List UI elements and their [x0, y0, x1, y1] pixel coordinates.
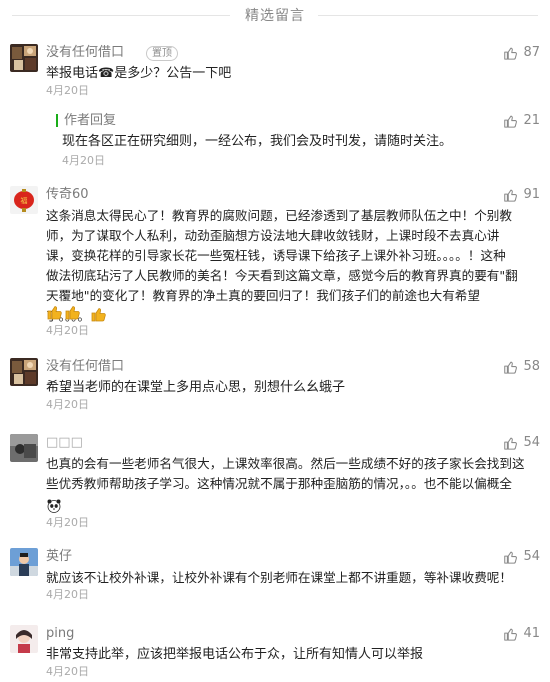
like-count: 87	[523, 45, 540, 60]
section-title: 精选留言	[245, 8, 305, 24]
avatar[interactable]	[10, 625, 38, 653]
comment-item: □□□ 54 也真的会有一些老师名气很大，上课效率很高。然后一些成绩不好的孩子家…	[10, 434, 540, 529]
divider-left	[12, 15, 230, 16]
divider-right	[318, 15, 538, 16]
emoji-row	[46, 304, 80, 324]
like-button[interactable]: 41	[503, 625, 540, 643]
like-button[interactable]: 58	[503, 358, 540, 376]
comment-item: 福 传奇60 91 这条消息太得民心了！教育界的腐败问题，已经渗透到了基层教师队…	[10, 186, 540, 337]
avatar[interactable]	[10, 44, 38, 72]
thumbs-up-emoji-icon	[46, 304, 62, 324]
comment-date: 4月20日	[46, 324, 89, 337]
reply-like-button[interactable]: 21	[503, 112, 540, 130]
comment-text: 这条消息太得民心了！教育界的腐败问题，已经渗透到了基层教师队伍之中！个别教师，为…	[46, 206, 518, 328]
comment-text: 希望当老师的在课堂上多用点心思，别想什么幺蛾子	[46, 380, 346, 395]
comment-text: 非常支持此举，应该把举报电话公布于众，让所有知情人可以举报	[46, 647, 424, 662]
commenter-name: □□□	[46, 435, 83, 450]
avatar[interactable]	[10, 548, 38, 576]
thumbs-up-icon	[504, 551, 518, 564]
avatar[interactable]: 福	[10, 186, 38, 214]
thumbs-up-icon	[504, 189, 518, 202]
like-button[interactable]: 87	[503, 44, 540, 62]
avatar[interactable]	[10, 434, 38, 462]
like-count: 54	[523, 549, 540, 564]
svg-text:福: 福	[21, 196, 28, 205]
thumbs-up-icon	[504, 437, 518, 450]
comment-date: 4月20日	[46, 84, 89, 97]
comment-item: 没有任何借口 置顶 87 举报电话☎是多少？公告一下吧 4月20日 作者回复 2…	[10, 44, 540, 196]
like-button[interactable]: 54	[503, 434, 540, 452]
commenter-name: 没有任何借口	[46, 45, 125, 60]
thumbs-up-icon	[504, 361, 518, 374]
pinned-badge: 置顶	[146, 46, 178, 61]
thumbs-up-emoji-icon	[90, 306, 106, 328]
reply-like-count: 21	[523, 113, 540, 128]
commenter-name: 英仔	[46, 549, 73, 564]
like-count: 58	[523, 359, 540, 374]
reply-text: 现在各区正在研究细则，一经公布，我们会及时刊发，请随时关注。	[62, 134, 453, 149]
like-count: 41	[523, 626, 540, 641]
like-count: 54	[523, 435, 540, 450]
section-header: 精选留言	[0, 0, 550, 30]
like-button[interactable]: 91	[503, 186, 540, 204]
comment-text-body: 这条消息太得民心了！教育界的腐败问题，已经渗透到了基层教师队伍之中！个别教师，为…	[46, 208, 518, 324]
comment-text: 就应该不让校外补课，让校外补课有个别老师在课堂上都不讲重题，等补课收费呢！	[46, 570, 512, 585]
commenter-name: 传奇60	[46, 187, 89, 202]
author-reply-label: 作者回复	[64, 113, 117, 128]
reply-accent-bar	[56, 114, 58, 127]
comment-date: 4月20日	[46, 398, 89, 411]
author-reply: 作者回复 21 现在各区正在研究细则，一经公布，我们会及时刊发，请随时关注。 4…	[56, 112, 540, 172]
thumbs-up-icon	[504, 628, 518, 641]
like-button[interactable]: 54	[503, 548, 540, 566]
like-count: 91	[523, 187, 540, 202]
commenter-name: ping	[46, 626, 75, 641]
comment-item: 没有任何借口 58 希望当老师的在课堂上多用点心思，别想什么幺蛾子 4月20日	[10, 358, 540, 418]
comment-date: 4月20日	[46, 588, 89, 601]
comment-date: 4月20日	[46, 665, 89, 678]
avatar[interactable]	[10, 358, 38, 386]
comment-item: ping 41 非常支持此举，应该把举报电话公布于众，让所有知情人可以举报 4月…	[10, 625, 540, 681]
commenter-name: 没有任何借口	[46, 359, 125, 374]
thumbs-up-icon	[504, 115, 518, 128]
thumbs-up-emoji-icon	[64, 304, 80, 324]
comment-text: 举报电话☎是多少？公告一下吧	[46, 66, 232, 81]
reply-date: 4月20日	[62, 154, 105, 167]
thumbs-up-icon	[504, 47, 518, 60]
comment-text: 也真的会有一些老师名气很大，上课效率很高。然后一些成绩不好的孩子家长会找到这些优…	[46, 456, 525, 491]
comment-date: 4月20日	[46, 516, 89, 529]
comment-item: 英仔 54 就应该不让校外补课，让校外补课有个别老师在课堂上都不讲重题，等补课收…	[10, 548, 540, 608]
